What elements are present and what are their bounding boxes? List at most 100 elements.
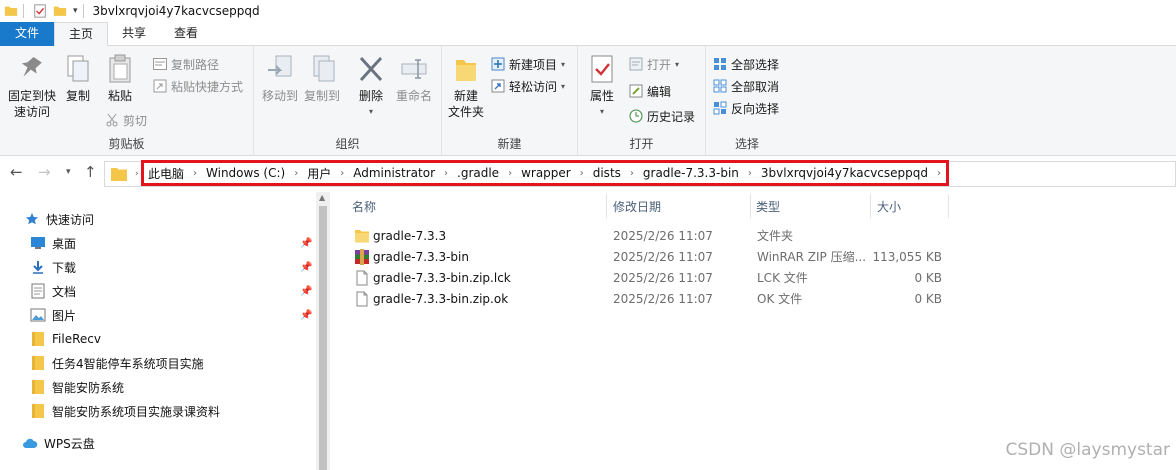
column-divider[interactable] — [606, 194, 607, 218]
scroll-up-icon[interactable]: ▲ — [319, 193, 325, 202]
breadcrumb-current-folder[interactable]: 3bvlxrqvjoi4y7kacvcseppqd — [761, 166, 928, 180]
tab-share[interactable]: 共享 — [108, 22, 160, 46]
copy-button[interactable]: 复制 — [62, 52, 94, 104]
chevron-right-icon[interactable]: › — [193, 168, 197, 179]
tab-view[interactable]: 查看 — [160, 22, 212, 46]
paste-shortcut-button[interactable]: 粘贴快捷方式 — [152, 76, 243, 96]
easy-access-dropdown-icon[interactable]: ▾ — [561, 82, 565, 91]
file-row[interactable]: gradle-7.3.3-bin.zip.ok 2025/2/26 11:07 … — [346, 288, 946, 309]
breadcrumb-gradle-bin[interactable]: gradle-7.3.3-bin — [643, 166, 739, 180]
chevron-right-icon[interactable]: › — [937, 168, 941, 179]
tab-file[interactable]: 文件 — [0, 22, 54, 46]
scrollbar-thumb[interactable] — [319, 206, 327, 470]
copy-path-button[interactable]: 复制路径 — [152, 54, 219, 74]
move-to-button[interactable]: 移动到 — [260, 52, 300, 104]
breadcrumb-root-chevron-icon[interactable]: › — [135, 169, 139, 179]
nav-item-documents[interactable]: 文档 — [30, 281, 76, 301]
chevron-right-icon[interactable]: › — [340, 168, 344, 179]
easy-access-button[interactable]: 轻松访问 ▾ — [490, 76, 565, 96]
folder-icon — [111, 168, 127, 181]
chevron-right-icon[interactable]: › — [580, 168, 584, 179]
up-arrow-icon[interactable]: ↑ — [84, 163, 97, 181]
nav-item-filerecv[interactable]: FileRecv — [30, 329, 101, 349]
pin-label: 固定到快 速访问 — [7, 89, 56, 119]
paste-button[interactable]: 粘贴 — [104, 52, 136, 104]
column-header-date[interactable]: 修改日期 — [613, 198, 661, 215]
new-item-button[interactable]: 新建项目 ▾ — [490, 54, 565, 74]
open-button[interactable]: 打开 ▾ — [628, 54, 679, 74]
rename-label: 重命名 — [395, 89, 432, 103]
nav-item-pictures[interactable]: 图片 — [30, 305, 76, 325]
nav-item-wps-cloud[interactable]: WPS云盘 — [22, 433, 95, 453]
pin-icon[interactable]: 📌 — [300, 286, 312, 297]
properties-check-icon[interactable] — [33, 4, 47, 18]
select-all-button[interactable]: 全部选择 — [712, 54, 779, 74]
column-header-size[interactable]: 大小 — [877, 198, 901, 215]
breadcrumb-drive-c[interactable]: Windows (C:) — [206, 166, 285, 180]
rename-icon — [401, 59, 427, 79]
nav-item-quick-access[interactable]: 快速访问 — [24, 209, 94, 229]
copy-to-button[interactable]: 复制到 — [302, 52, 342, 104]
nav-item-desktop[interactable]: 桌面 — [30, 233, 76, 253]
invert-selection-button[interactable]: 反向选择 — [712, 98, 779, 118]
select-none-button[interactable]: 全部取消 — [712, 76, 779, 96]
delete-button[interactable]: 删除 ▾ — [354, 52, 388, 120]
select-group: 全部选择 全部取消 反向选择 选择 — [706, 46, 788, 156]
winrar-icon — [355, 248, 369, 265]
forward-arrow-icon[interactable]: → — [38, 163, 51, 181]
nav-item-parking-project[interactable]: 任务4智能停车系统项目实施 — [30, 353, 204, 373]
properties-button[interactable]: 属性 ▾ — [584, 52, 620, 120]
file-row[interactable]: gradle-7.3.3 2025/2/26 11:07 文件夹 — [346, 225, 946, 246]
column-header-type[interactable]: 类型 — [756, 198, 780, 215]
breadcrumb-this-pc[interactable]: 此电脑 — [148, 165, 184, 182]
history-button[interactable]: 历史记录 — [628, 106, 695, 126]
new-folder-icon[interactable] — [53, 4, 67, 18]
cut-button[interactable]: 剪切 — [104, 110, 147, 130]
tab-home[interactable]: 主页 — [54, 22, 109, 47]
column-divider[interactable] — [870, 194, 871, 218]
back-arrow-icon[interactable]: ← — [10, 163, 23, 181]
folder-icon[interactable] — [4, 4, 18, 18]
separator — [82, 4, 84, 18]
delete-icon — [359, 56, 383, 82]
breadcrumb-administrator[interactable]: Administrator — [353, 166, 435, 180]
new-item-dropdown-icon[interactable]: ▾ — [561, 60, 565, 69]
column-divider[interactable] — [750, 194, 751, 218]
chevron-right-icon[interactable]: › — [630, 168, 634, 179]
breadcrumb-gradle[interactable]: .gradle — [457, 166, 499, 180]
rename-button[interactable]: 重命名 — [392, 52, 436, 104]
nav-item-security-course[interactable]: 智能安防系统项目实施录课资料 — [30, 401, 220, 421]
edit-button[interactable]: 编辑 — [628, 81, 671, 101]
quick-access-dropdown-icon[interactable]: ▾ — [73, 6, 78, 16]
chevron-right-icon[interactable]: › — [748, 168, 752, 179]
pin-quick-access-button[interactable]: 固定到快 速访问 — [4, 52, 60, 120]
breadcrumb-users[interactable]: 用户 — [307, 165, 331, 182]
breadcrumb-dists[interactable]: dists — [593, 166, 621, 180]
pin-icon[interactable]: 📌 — [300, 262, 312, 273]
nav-item-security-system[interactable]: 智能安防系统 — [30, 377, 124, 397]
pin-icon[interactable]: 📌 — [300, 310, 312, 321]
paste-icon — [109, 54, 131, 83]
nav-item-downloads[interactable]: 下载 — [30, 257, 76, 277]
chevron-right-icon[interactable]: › — [444, 168, 448, 179]
delete-dropdown-icon[interactable]: ▾ — [369, 104, 373, 120]
chevron-right-icon[interactable]: › — [294, 168, 298, 179]
organize-group-label: 组织 — [335, 137, 360, 151]
pin-icon[interactable]: 📌 — [300, 238, 312, 249]
column-header-name[interactable]: 名称 — [352, 198, 376, 215]
column-divider[interactable] — [948, 194, 949, 218]
file-row[interactable]: gradle-7.3.3-bin 2025/2/26 11:07 WinRAR … — [346, 246, 946, 267]
folder-icon — [32, 332, 44, 346]
cloud-icon — [23, 438, 38, 448]
ribbon-tabs: 文件 主页 共享 查看 — [0, 22, 1176, 47]
breadcrumb-wrapper[interactable]: wrapper — [521, 166, 571, 180]
recent-locations-chevron-icon[interactable]: ▾ — [66, 167, 71, 177]
navigation-scrollbar[interactable]: ▲ — [316, 192, 330, 470]
properties-dropdown-icon[interactable]: ▾ — [600, 104, 604, 120]
open-dropdown-icon[interactable]: ▾ — [675, 60, 679, 69]
file-size: 113,055 KB — [872, 249, 942, 264]
chevron-right-icon[interactable]: › — [508, 168, 512, 179]
select-none-label: 全部取消 — [731, 79, 780, 94]
file-row[interactable]: gradle-7.3.3-bin.zip.lck 2025/2/26 11:07… — [346, 267, 946, 288]
new-folder-button[interactable]: 新建 文件夹 — [446, 52, 486, 120]
